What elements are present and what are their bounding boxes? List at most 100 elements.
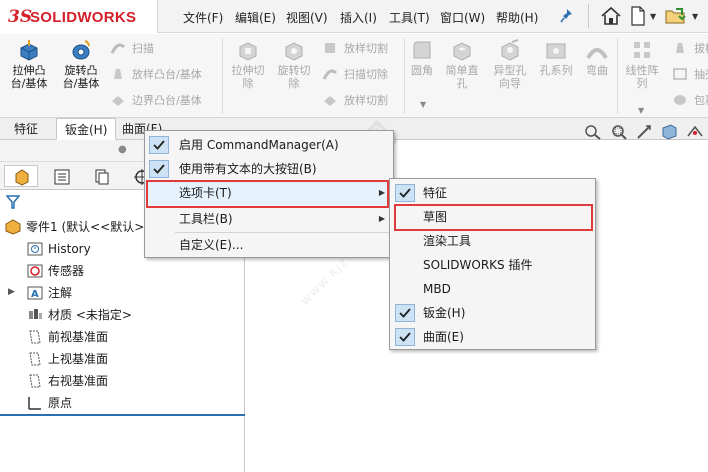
bend-button[interactable]: 弯曲 xyxy=(580,38,614,77)
hole-wizard-icon xyxy=(501,39,519,61)
home-icon[interactable] xyxy=(600,6,622,26)
boundary-boss-label: 边界凸台/基体 xyxy=(132,94,202,107)
extrude-cut-button[interactable]: 拉伸切 除 xyxy=(228,38,268,90)
tab-configuration-manager[interactable] xyxy=(84,165,118,187)
tree-item-origin[interactable]: 原点 xyxy=(26,392,72,414)
boundary-boss-button[interactable]: 边界凸台/基体 xyxy=(110,92,202,110)
menu-large-buttons-text[interactable]: 使用带有文本的大按钮(B) xyxy=(145,157,393,181)
simple-hole-button[interactable]: 简单直 孔 xyxy=(442,38,482,90)
menu-item-label: 自定义(E)... xyxy=(179,238,244,252)
wrap-label: 包覆 xyxy=(694,94,708,107)
menu-help[interactable]: 帮助(H) xyxy=(496,9,538,26)
revolve-cut-button[interactable]: 旋转切 除 xyxy=(274,38,314,90)
check-icon xyxy=(149,160,169,178)
submenu-surfaces[interactable]: 曲面(E) xyxy=(390,325,595,349)
menu-item-label: MBD xyxy=(423,282,451,296)
menu-tools[interactable]: 工具(T) xyxy=(389,9,430,26)
check-icon xyxy=(395,304,415,322)
menu-item-label: 工具栏(B) xyxy=(179,212,233,226)
tree-item-right-plane[interactable]: 右视基准面 xyxy=(26,370,108,392)
linear-pattern-label: 线性阵 列 xyxy=(625,64,659,90)
chevron-down-icon[interactable]: ▼ xyxy=(420,100,426,109)
draft-button[interactable]: 拔模 xyxy=(672,40,708,58)
loft-boss-label: 放样凸台/基体 xyxy=(132,68,202,81)
expand-arrow-icon[interactable]: ▶ xyxy=(8,287,15,297)
sweep-cut-button[interactable]: 扫描切除 xyxy=(322,66,388,84)
chevron-down-icon[interactable]: ▼ xyxy=(638,106,644,115)
chevron-down-icon[interactable]: ▼ xyxy=(650,12,656,21)
menu-customize[interactable]: 自定义(E)... xyxy=(145,233,393,257)
command-manager-ribbon: 拉伸凸 台/基体 旋转凸 台/基体 扫描 放样凸台/基体 边界凸台/基体 拉伸切… xyxy=(0,34,708,118)
shell-button[interactable]: 抽壳 xyxy=(672,66,708,84)
loft-cut-button[interactable]: 放样切割 xyxy=(322,40,388,58)
section-view-icon[interactable] xyxy=(660,124,678,140)
menu-item-label: 特征 xyxy=(423,186,448,200)
draft-icon xyxy=(676,43,684,53)
tree-item-label: 前视基准面 xyxy=(48,330,109,344)
highlight-tabs-item xyxy=(146,180,389,208)
sweep-cut-label: 扫描切除 xyxy=(344,68,388,81)
submenu-mbd[interactable]: MBD xyxy=(390,277,595,301)
new-document-icon[interactable] xyxy=(630,6,646,26)
svg-text:A: A xyxy=(31,289,39,300)
plane-icon xyxy=(29,352,41,366)
menu-item-label: 启用 CommandManager(A) xyxy=(179,138,339,152)
filter-icon[interactable] xyxy=(6,194,20,210)
tab-feature-tree[interactable] xyxy=(4,165,38,187)
tab-sheet-metal[interactable]: 钣金(H) xyxy=(56,118,117,140)
menu-toolbars[interactable]: 工具栏(B) ▶ xyxy=(145,207,393,231)
ribbon-separator xyxy=(222,38,223,114)
tree-item-history[interactable]: History xyxy=(26,238,91,260)
extrude-boss-label: 拉伸凸 台/基体 xyxy=(10,64,48,90)
submenu-solidworks-addins[interactable]: SOLIDWORKS 插件 xyxy=(390,253,595,277)
chevron-down-icon[interactable]: ▼ xyxy=(692,12,698,21)
solidworks-logo[interactable]: 3S SOLIDWORKS xyxy=(0,0,158,33)
linear-pattern-button[interactable]: 线性阵 列 xyxy=(620,38,664,90)
tree-item-material[interactable]: 材质 <未指定> xyxy=(26,304,132,326)
loft-cut-label: 放样切割 xyxy=(344,42,388,55)
menu-item-label: 使用带有文本的大按钮(B) xyxy=(179,162,317,176)
menu-edit[interactable]: 编辑(E) xyxy=(235,9,276,26)
extrude-cut-label: 拉伸切 除 xyxy=(231,64,265,90)
fillet-button[interactable]: 圆角 xyxy=(406,38,438,77)
menu-file[interactable]: 文件(F) xyxy=(183,9,223,26)
sweep-button[interactable]: 扫描 xyxy=(110,40,154,58)
toolbar-separator xyxy=(588,4,589,28)
revolve-cut-label: 旋转切 除 xyxy=(277,64,311,90)
open-folder-icon[interactable] xyxy=(664,6,688,26)
extrude-boss-button[interactable]: 拉伸凸 台/基体 xyxy=(6,38,52,90)
menu-window[interactable]: 窗口(W) xyxy=(440,9,485,26)
wrap-button[interactable]: 包覆 xyxy=(672,92,708,110)
menu-enable-commandmanager[interactable]: 启用 CommandManager(A) xyxy=(145,133,393,157)
menu-view[interactable]: 视图(V) xyxy=(286,9,328,26)
ribbon-separator xyxy=(617,38,618,114)
rollback-bar[interactable] xyxy=(0,414,245,416)
menu-insert[interactable]: 插入(I) xyxy=(340,9,377,26)
view-orientation-icon[interactable] xyxy=(686,124,704,140)
tab-features[interactable]: 特征 xyxy=(6,118,46,140)
hole-wizard-button[interactable]: 异型孔 向导 xyxy=(488,38,532,90)
tree-item-front-plane[interactable]: 前视基准面 xyxy=(26,326,108,348)
menu-item-label: SOLIDWORKS 插件 xyxy=(423,258,533,272)
tree-part-root[interactable]: 零件1 (默认<<默认> xyxy=(4,216,144,238)
wrap-icon xyxy=(674,95,686,105)
tree-item-top-plane[interactable]: 上视基准面 xyxy=(26,348,108,370)
boundary-cut-button[interactable]: 放样切割 xyxy=(322,92,388,110)
tree-item-label: 右视基准面 xyxy=(48,374,109,388)
previous-view-icon[interactable] xyxy=(636,124,654,140)
tree-item-annotations[interactable]: A 注解 xyxy=(26,282,72,304)
panel-grip-icon[interactable]: ● xyxy=(118,144,127,155)
tree-item-sensors[interactable]: 传感器 xyxy=(26,260,84,282)
zoom-area-icon[interactable] xyxy=(610,124,628,140)
submenu-render-tools[interactable]: 渲染工具 xyxy=(390,229,595,253)
loft-boss-button[interactable]: 放样凸台/基体 xyxy=(110,66,202,84)
ribbon-separator xyxy=(404,38,405,114)
submenu-features[interactable]: 特征 xyxy=(390,181,595,205)
revolve-boss-button[interactable]: 旋转凸 台/基体 xyxy=(56,38,106,90)
hole-series-button[interactable]: 孔系列 xyxy=(534,38,578,77)
tab-property-manager[interactable] xyxy=(44,165,78,187)
pin-icon[interactable] xyxy=(560,8,574,24)
zoom-to-fit-icon[interactable] xyxy=(584,124,602,140)
hole-series-icon xyxy=(546,43,566,59)
submenu-sheet-metal[interactable]: 钣金(H) xyxy=(390,301,595,325)
